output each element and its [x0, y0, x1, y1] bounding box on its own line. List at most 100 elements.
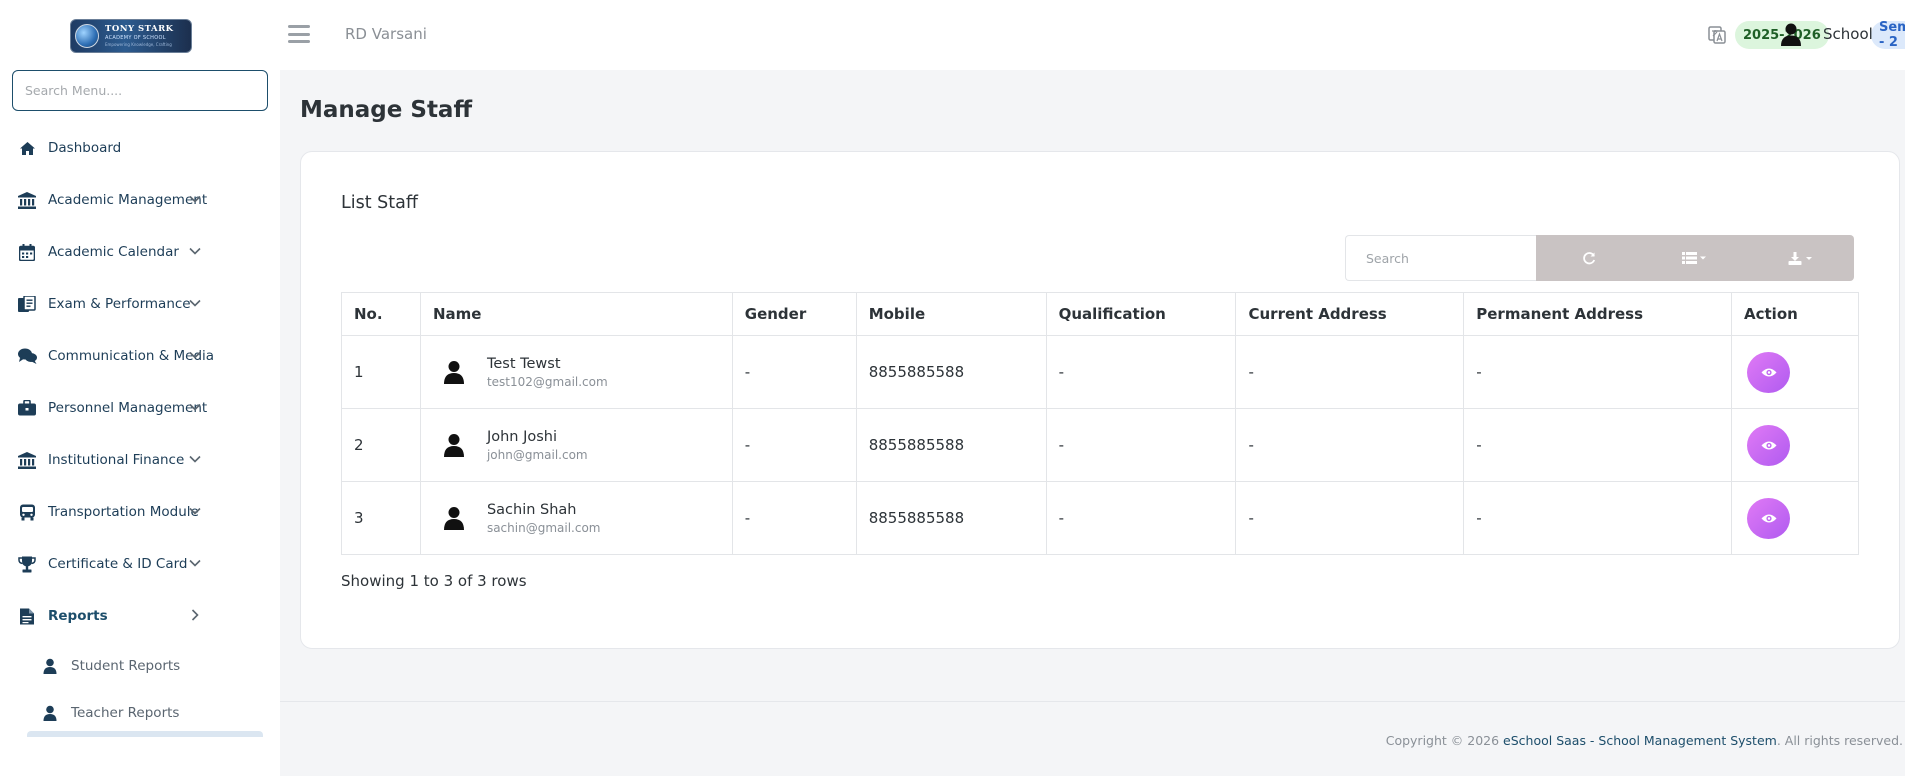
sidebar-item-exam-performance[interactable]: Exam & Performance	[0, 278, 280, 330]
cell-no: 3	[341, 481, 421, 555]
staff-name: Test Tewst	[486, 355, 561, 372]
column-header-qualification[interactable]: Qualification	[1045, 292, 1237, 336]
cell-gender: -	[731, 335, 857, 409]
column-header-permanent-address[interactable]: Permanent Address	[1463, 292, 1733, 336]
cell-mobile: 8855885588	[855, 335, 1047, 409]
column-header-current-address[interactable]: Current Address	[1235, 292, 1465, 336]
chevron-down-icon	[189, 299, 201, 307]
chevron-down-icon	[189, 559, 201, 567]
sidebar-item-label: Academic Calendar	[48, 244, 179, 260]
sidebar-menu: Dashboard Academic Management Academic C…	[0, 122, 280, 736]
table-toolbar	[1536, 235, 1854, 281]
column-header-gender[interactable]: Gender	[731, 292, 857, 336]
sidebar-subitem-teacher-reports[interactable]: Teacher Reports	[0, 689, 280, 736]
user-icon	[43, 705, 57, 721]
export-button[interactable]	[1748, 235, 1854, 281]
chevron-down-icon	[189, 403, 201, 411]
footer: Copyright © 2026 eSchool Saas - School M…	[280, 701, 1905, 776]
sidebar-scroll-indicator	[27, 731, 263, 737]
sidebar-item-label: Dashboard	[48, 140, 122, 156]
sidebar-item-label: Exam & Performance	[48, 296, 191, 312]
home-icon	[17, 138, 37, 158]
eye-icon	[1761, 514, 1777, 522]
chevron-right-icon	[191, 609, 199, 621]
card-title: List Staff	[341, 193, 418, 213]
trophy-icon	[17, 554, 37, 574]
chevron-down-icon	[189, 195, 201, 203]
cell-current-address: -	[1235, 335, 1465, 409]
cell-no: 1	[341, 335, 421, 409]
chevron-down-icon	[189, 351, 201, 359]
eye-icon	[1761, 368, 1777, 376]
view-button[interactable]	[1747, 351, 1791, 393]
sidebar-item-label: Communication & Media	[48, 348, 215, 364]
column-header-mobile[interactable]: Mobile	[855, 292, 1047, 336]
logo-line2: ACADEMY OF SCHOOL	[105, 34, 166, 41]
sidebar-item-academic-management[interactable]: Academic Management	[0, 174, 280, 226]
file-icon	[17, 606, 37, 626]
columns-toggle-button[interactable]	[1642, 235, 1748, 281]
cell-current-address: -	[1235, 481, 1465, 555]
sidebar-search-input[interactable]	[12, 70, 268, 111]
download-icon	[1788, 251, 1812, 265]
sidebar-subitem-student-reports[interactable]: Student Reports	[0, 642, 280, 689]
cell-current-address: -	[1235, 408, 1465, 482]
sidebar-item-personnel-management[interactable]: Personnel Management	[0, 382, 280, 434]
hamburger-menu-icon[interactable]	[288, 25, 310, 43]
cell-permanent-address: -	[1463, 335, 1733, 409]
copyright-suffix: . All rights reserved.	[1776, 733, 1903, 748]
staff-email: test102@gmail.com	[486, 374, 608, 389]
list-columns-icon	[1682, 252, 1706, 264]
staff-name: Sachin Shah	[486, 501, 577, 518]
footer-product-link[interactable]: eSchool Saas - School Management System	[1503, 733, 1777, 748]
copyright-prefix: Copyright © 2026	[1385, 733, 1504, 748]
semester-badge: Sem - 2	[1871, 20, 1905, 50]
cell-action	[1731, 481, 1859, 555]
staff-table: No. Name Gender Mobile Qualification Cur…	[341, 292, 1859, 555]
sidebar-item-certificate-id-card[interactable]: Certificate & ID Card	[0, 538, 280, 590]
cell-qualification: -	[1045, 408, 1237, 482]
user-avatar-icon[interactable]	[1779, 22, 1803, 46]
sidebar-item-institutional-finance[interactable]: Institutional Finance	[0, 434, 280, 486]
cell-action	[1731, 408, 1859, 482]
sidebar-item-label: Certificate & ID Card	[48, 556, 188, 572]
refresh-button[interactable]	[1536, 235, 1642, 281]
view-button[interactable]	[1747, 497, 1791, 539]
chevron-down-icon	[189, 507, 201, 515]
cell-name: Sachin Shah sachin@gmail.com	[419, 481, 733, 555]
user-name-label[interactable]: School	[1823, 25, 1873, 43]
refresh-icon	[1583, 252, 1596, 265]
sidebar-item-transportation-module[interactable]: Transportation Module	[0, 486, 280, 538]
sidebar-item-communication-media[interactable]: Communication & Media	[0, 330, 280, 382]
sidebar-subitem-label: Student Reports	[71, 657, 181, 674]
table-row: 1 Test Tewst test102@gmail.com - 8855885…	[341, 335, 1859, 409]
sidebar-item-label: Academic Management	[48, 192, 208, 208]
cell-mobile: 8855885588	[855, 481, 1047, 555]
chevron-down-icon	[189, 247, 201, 255]
chevron-down-icon	[189, 455, 201, 463]
cell-gender: -	[731, 408, 857, 482]
staff-email: john@gmail.com	[486, 447, 588, 462]
user-icon	[43, 658, 57, 674]
staff-name: John Joshi	[486, 428, 558, 445]
view-button[interactable]	[1747, 424, 1791, 466]
sidebar-item-dashboard[interactable]: Dashboard	[0, 122, 280, 174]
sidebar-item-label: Transportation Module	[48, 504, 199, 520]
logo-globe-icon	[75, 24, 99, 48]
cell-name: Test Tewst test102@gmail.com	[419, 335, 733, 409]
cell-qualification: -	[1045, 335, 1237, 409]
school-logo[interactable]: TONY STARK ACADEMY OF SCHOOL Empowering …	[70, 19, 192, 53]
cell-gender: -	[731, 481, 857, 555]
sidebar-item-label: Reports	[48, 608, 108, 624]
logo-line1: TONY STARK	[105, 24, 174, 35]
column-header-name[interactable]: Name	[419, 292, 733, 336]
column-header-no[interactable]: No.	[341, 292, 421, 336]
table-header-row: No. Name Gender Mobile Qualification Cur…	[341, 292, 1859, 336]
sidebar-item-reports[interactable]: Reports	[0, 590, 280, 642]
language-icon[interactable]	[1706, 24, 1728, 46]
table-search-input[interactable]	[1345, 235, 1537, 281]
briefcase-icon	[17, 398, 37, 418]
sidebar-item-academic-calendar[interactable]: Academic Calendar	[0, 226, 280, 278]
sidebar-item-label: Personnel Management	[48, 400, 208, 416]
calendar-icon	[17, 242, 37, 262]
